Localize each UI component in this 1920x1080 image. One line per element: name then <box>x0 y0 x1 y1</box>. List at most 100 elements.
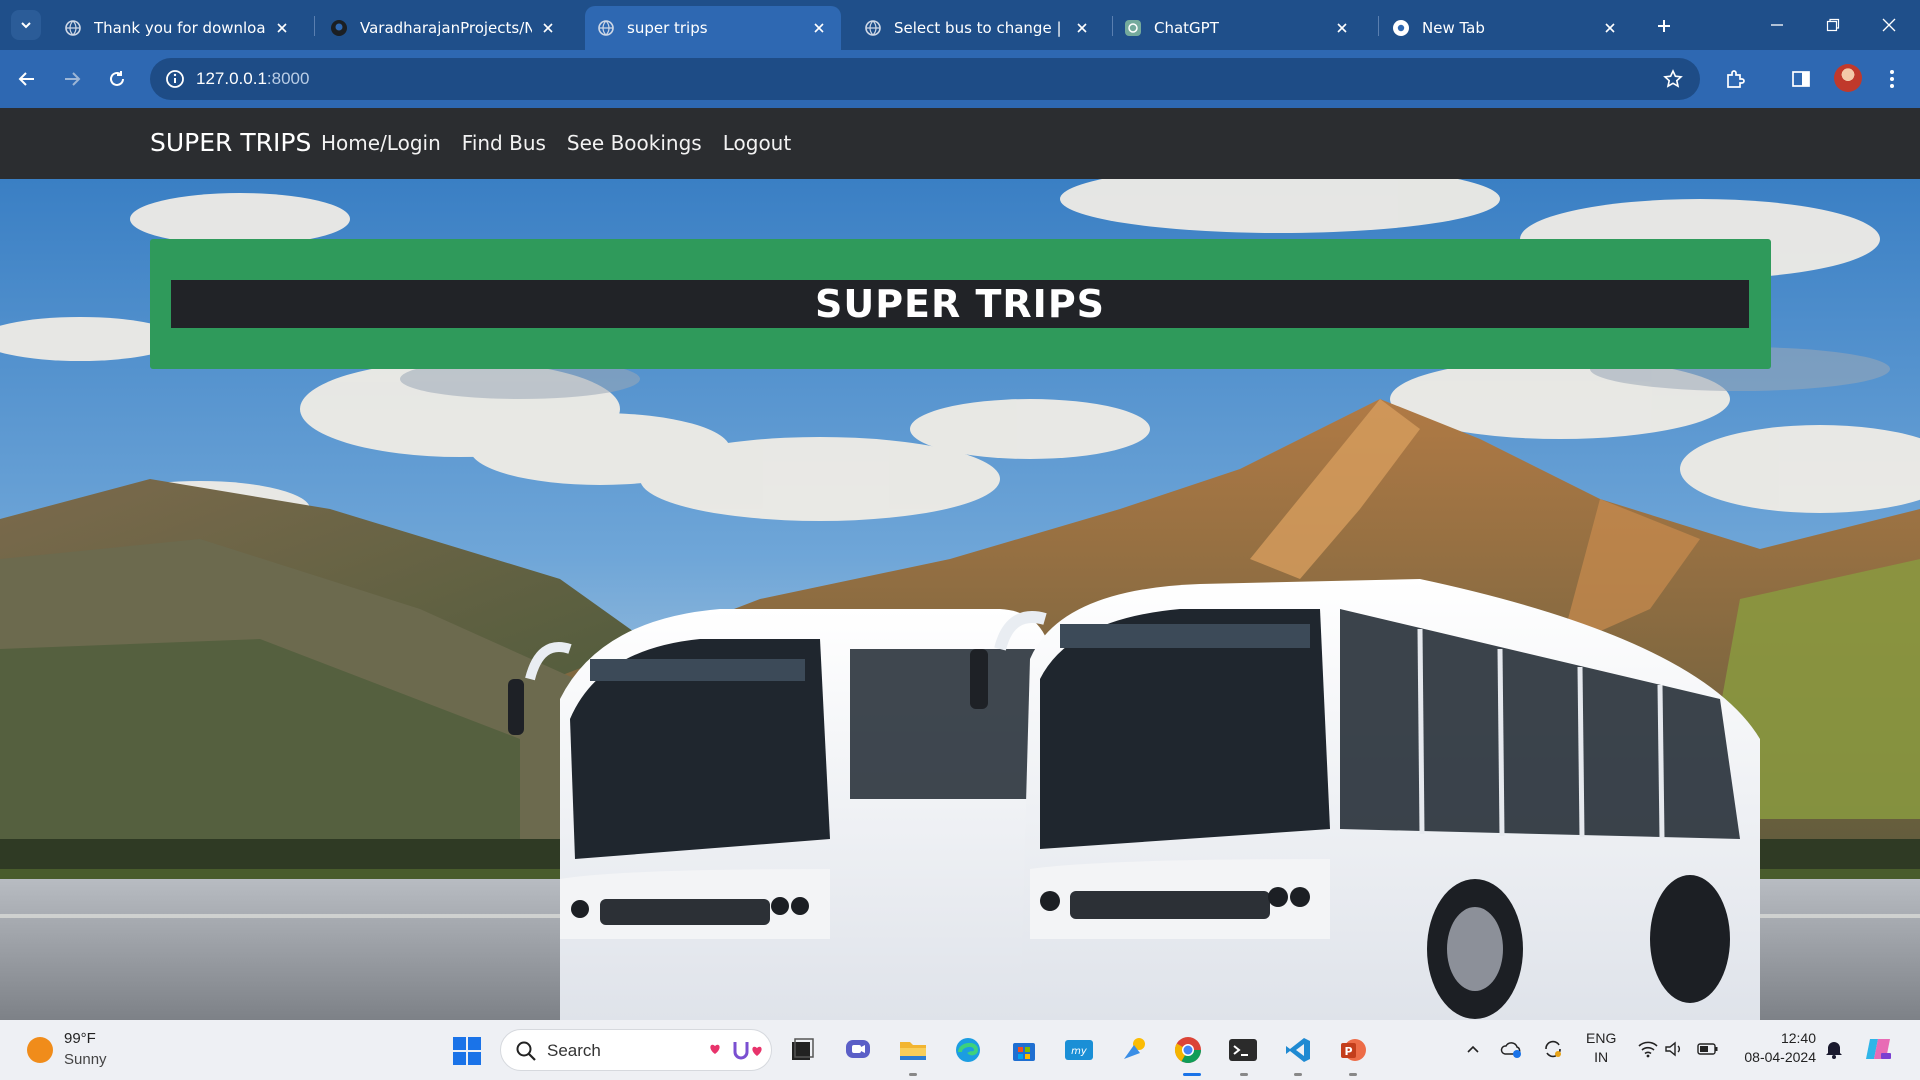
site-info-icon[interactable] <box>162 66 188 92</box>
banner-title: SUPER TRIPS <box>814 282 1106 326</box>
side-panel-icon <box>1792 71 1810 87</box>
sun-icon[interactable] <box>27 1037 53 1063</box>
svg-text:my: my <box>1071 1046 1088 1057</box>
nav-see-bookings[interactable]: See Bookings <box>567 131 702 155</box>
menu-button[interactable] <box>1876 63 1908 95</box>
clock-time: 12:40 <box>1780 1030 1816 1046</box>
tab-divider <box>314 16 315 36</box>
copilot-icon[interactable] <box>1864 1034 1892 1064</box>
arrow-right-icon <box>65 72 81 86</box>
store-icon[interactable] <box>1006 1032 1042 1068</box>
side-panel-button[interactable] <box>1785 63 1817 95</box>
arrow-left-icon <box>18 72 34 86</box>
hero-banner: SUPER TRIPS <box>150 239 1771 369</box>
close-icon[interactable] <box>1332 18 1352 38</box>
extensions-button[interactable] <box>1719 63 1751 95</box>
close-window-button[interactable] <box>1866 8 1912 42</box>
chat-icon[interactable] <box>840 1032 876 1068</box>
globe-icon <box>65 20 81 36</box>
close-icon[interactable] <box>272 18 292 38</box>
close-icon[interactable] <box>1600 18 1620 38</box>
wifi-icon[interactable] <box>1634 1034 1662 1064</box>
chevron-down-icon <box>21 22 31 29</box>
tab-github[interactable]: VaradharajanProjects/NAN <box>318 6 570 50</box>
banner-title-bar: SUPER TRIPS <box>171 280 1749 328</box>
notification-bell-icon[interactable] <box>1820 1034 1848 1064</box>
language-indicator[interactable]: ENG IN <box>1586 1029 1616 1067</box>
forward-button[interactable] <box>56 63 88 95</box>
restore-button[interactable] <box>1810 8 1856 42</box>
nav-find-bus[interactable]: Find Bus <box>462 131 546 155</box>
tab-search-button[interactable] <box>11 10 41 40</box>
volume-icon[interactable] <box>1660 1034 1688 1064</box>
url-port: :8000 <box>266 69 310 88</box>
tab-chatgpt[interactable]: ChatGPT <box>1112 6 1364 50</box>
running-indicator <box>909 1073 917 1076</box>
weather-condition[interactable]: Sunny <box>64 1051 107 1068</box>
minimize-button[interactable] <box>1754 8 1800 42</box>
navbar-brand[interactable]: SUPER TRIPS <box>150 128 311 157</box>
tab-new-tab[interactable]: New Tab <box>1380 6 1632 50</box>
close-icon[interactable] <box>538 18 558 38</box>
bookmark-star-icon[interactable] <box>1660 66 1686 92</box>
close-icon <box>1882 18 1896 32</box>
tab-title: Thank you for downloading <box>94 19 266 37</box>
tab-title: Select bus to change | Djan <box>894 19 1066 37</box>
tab-django-admin[interactable]: Select bus to change | Djan <box>852 6 1104 50</box>
mylp-icon[interactable]: my <box>1061 1032 1097 1068</box>
system-clock[interactable]: 12:40 08-04-2024 <box>1736 1029 1816 1067</box>
task-view-icon[interactable] <box>784 1032 820 1068</box>
reload-icon <box>110 71 124 86</box>
chatgpt-icon <box>1125 20 1141 36</box>
globe-icon <box>865 20 881 36</box>
nav-logout[interactable]: Logout <box>723 131 791 155</box>
region-code: IN <box>1594 1049 1609 1065</box>
close-icon[interactable] <box>1072 18 1092 38</box>
globe-icon <box>598 20 614 36</box>
web-page: SUPER TRIPS Home/Login Find Bus See Book… <box>0 108 1920 1020</box>
address-bar[interactable]: 127.0.0.1:8000 <box>150 58 1700 100</box>
chrome-icon[interactable] <box>1170 1032 1206 1068</box>
nav-home-login[interactable]: Home/Login <box>321 131 441 155</box>
language-code: ENG <box>1586 1030 1617 1046</box>
weather-temperature[interactable]: 99°F <box>64 1030 96 1047</box>
search-icon <box>516 1041 536 1061</box>
weather-app-icon[interactable] <box>1117 1032 1153 1068</box>
terminal-icon[interactable] <box>1225 1032 1261 1068</box>
back-button[interactable] <box>11 63 43 95</box>
edge-icon[interactable] <box>950 1032 986 1068</box>
restore-icon <box>1826 18 1840 32</box>
github-icon <box>331 20 347 36</box>
profile-avatar[interactable] <box>1834 64 1862 92</box>
tab-title: super trips <box>627 19 708 37</box>
powerpoint-icon[interactable]: P <box>1335 1032 1371 1068</box>
new-tab-button[interactable] <box>1650 12 1678 40</box>
tab-title: ChatGPT <box>1154 19 1219 37</box>
plus-icon <box>1658 20 1670 32</box>
reload-button[interactable] <box>101 63 133 95</box>
tab-divider <box>1378 16 1379 36</box>
tab-thank-you[interactable]: Thank you for downloading <box>52 6 304 50</box>
search-highlight-icon <box>710 1042 762 1060</box>
vscode-icon[interactable] <box>1280 1032 1316 1068</box>
windows-start-icon[interactable] <box>452 1036 482 1066</box>
chevron-up-icon[interactable] <box>1459 1034 1487 1064</box>
tab-title: VaradharajanProjects/NAN <box>360 19 532 37</box>
minimize-icon <box>1771 24 1783 26</box>
site-navbar: SUPER TRIPS Home/Login Find Bus See Book… <box>0 108 1920 179</box>
tab-super-trips[interactable]: super trips <box>585 6 841 50</box>
chrome-icon <box>1393 20 1409 36</box>
file-explorer-icon[interactable] <box>895 1032 931 1068</box>
url-text[interactable]: 127.0.0.1:8000 <box>196 69 309 89</box>
bus-left <box>508 609 1050 1020</box>
running-indicator <box>1294 1073 1302 1076</box>
search-label: Search <box>547 1041 601 1060</box>
sync-icon[interactable] <box>1539 1034 1567 1064</box>
onedrive-icon[interactable] <box>1498 1034 1526 1064</box>
puzzle-icon <box>1727 70 1745 88</box>
url-host: 127.0.0.1 <box>196 69 267 88</box>
battery-icon[interactable] <box>1694 1034 1722 1064</box>
tab-title: New Tab <box>1422 19 1485 37</box>
close-icon[interactable] <box>809 18 829 38</box>
taskbar-search[interactable]: Search <box>500 1029 772 1071</box>
